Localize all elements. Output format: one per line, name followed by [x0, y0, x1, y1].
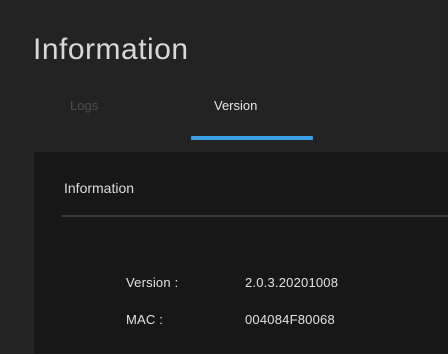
- tab-version[interactable]: Version: [214, 96, 257, 116]
- version-label: Version :: [126, 275, 179, 290]
- page-title: Information: [33, 33, 189, 66]
- window: Information Logs Version Information Ver…: [0, 0, 448, 354]
- mac-label: MAC :: [126, 312, 164, 327]
- tab-bar: Logs Version: [0, 88, 448, 142]
- panel-divider: [62, 215, 448, 217]
- mac-value: 004084F80068: [245, 312, 335, 327]
- mac-row: MAC : 004084F80068: [34, 310, 448, 330]
- active-tab-indicator: [191, 136, 313, 140]
- information-panel: Information Version : 2.0.3.20201008 MAC…: [34, 152, 448, 354]
- version-value: 2.0.3.20201008: [245, 275, 339, 290]
- tab-logs[interactable]: Logs: [70, 96, 98, 116]
- panel-title: Information: [64, 180, 135, 196]
- version-row: Version : 2.0.3.20201008: [34, 273, 448, 293]
